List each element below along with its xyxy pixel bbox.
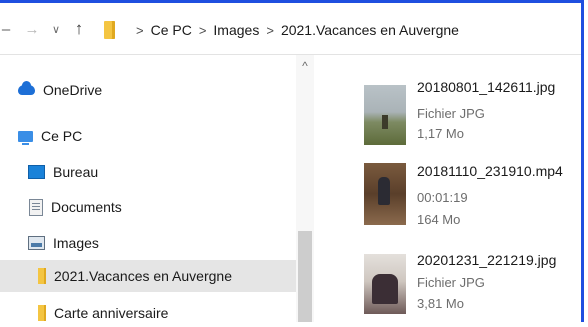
scrollbar-thumb[interactable] [298,231,312,322]
breadcrumb-separator-icon[interactable]: > [266,23,274,38]
breadcrumb-item-images[interactable]: Images [213,22,259,38]
sidebar-item-carte-anniversaire[interactable]: Carte anniversaire [38,299,168,327]
sidebar-item-label: Carte anniversaire [54,305,169,321]
sidebar-item-label: Ce PC [41,128,83,144]
sidebar-item-onedrive[interactable]: OneDrive [18,76,102,104]
sidebar-item-bureau[interactable]: Bureau [28,158,98,186]
onedrive-icon [18,81,35,95]
folder-icon [104,21,115,39]
folder-icon [38,268,46,284]
sidebar-item-label: Bureau [53,164,99,180]
sidebar-item-label: 2021.Vacances en Auvergne [54,268,232,284]
file-name: 20201231_221219.jpg [417,252,557,268]
breadcrumb-separator-icon[interactable]: > [199,23,207,38]
back-arrow-icon[interactable]: ‒ [0,17,12,41]
pc-icon [18,130,33,145]
sidebar-item-label: OneDrive [43,82,103,98]
file-type: Fichier JPG [417,106,485,121]
scroll-up-chevron-icon[interactable]: ^ [296,59,314,75]
file-type: Fichier JPG [417,275,485,290]
file-size: 164 Mo [417,212,461,227]
file-item[interactable]: 20180801_142611.jpg Fichier JPG 1,17 Mo [360,71,575,151]
video-thumbnail [364,163,406,225]
forward-arrow-icon[interactable]: → [22,17,42,41]
navigation-pane: OneDrive Ce PC Bureau Documents Images 2… [0,55,314,322]
breadcrumb-item-ce-pc[interactable]: Ce PC [151,22,192,38]
documents-icon [29,198,43,216]
sidebar-item-label: Documents [51,199,122,215]
recent-locations-chevron-icon[interactable]: ∨ [48,17,64,41]
video-duration: 00:01:19 [417,190,468,205]
images-icon [28,236,45,250]
photo-thumbnail [364,85,406,145]
sidebar-item-label: Images [53,235,99,251]
sidebar-item-images[interactable]: Images [28,229,99,257]
nav-pane-scrollbar[interactable]: ^ [296,55,314,322]
sidebar-item-vacances-auvergne[interactable]: 2021.Vacances en Auvergne [0,260,296,292]
folder-icon [38,305,46,321]
breadcrumb-separator-icon[interactable]: > [136,23,144,38]
photo-thumbnail [364,254,406,314]
file-item[interactable]: 20181110_231910.mp4 00:01:19 164 Mo [360,157,575,237]
address-bar[interactable]: > Ce PC > Images > 2021.Vacances en Auve… [104,15,580,45]
file-size: 3,81 Mo [417,296,464,311]
address-bar-row: ‒ → ∨ ↑ > Ce PC > Images > 2021.Vacances… [0,3,581,55]
file-size: 1,17 Mo [417,126,464,141]
desktop-icon [28,165,45,179]
sidebar-item-documents[interactable]: Documents [29,193,122,221]
up-arrow-icon[interactable]: ↑ [70,17,88,41]
file-item[interactable]: 20201231_221219.jpg Fichier JPG 3,81 Mo [360,244,575,324]
file-name: 20180801_142611.jpg [417,79,556,95]
sidebar-item-ce-pc[interactable]: Ce PC [18,122,82,150]
breadcrumb-item-current-folder[interactable]: 2021.Vacances en Auvergne [281,22,459,38]
file-name: 20181110_231910.mp4 [417,163,563,179]
